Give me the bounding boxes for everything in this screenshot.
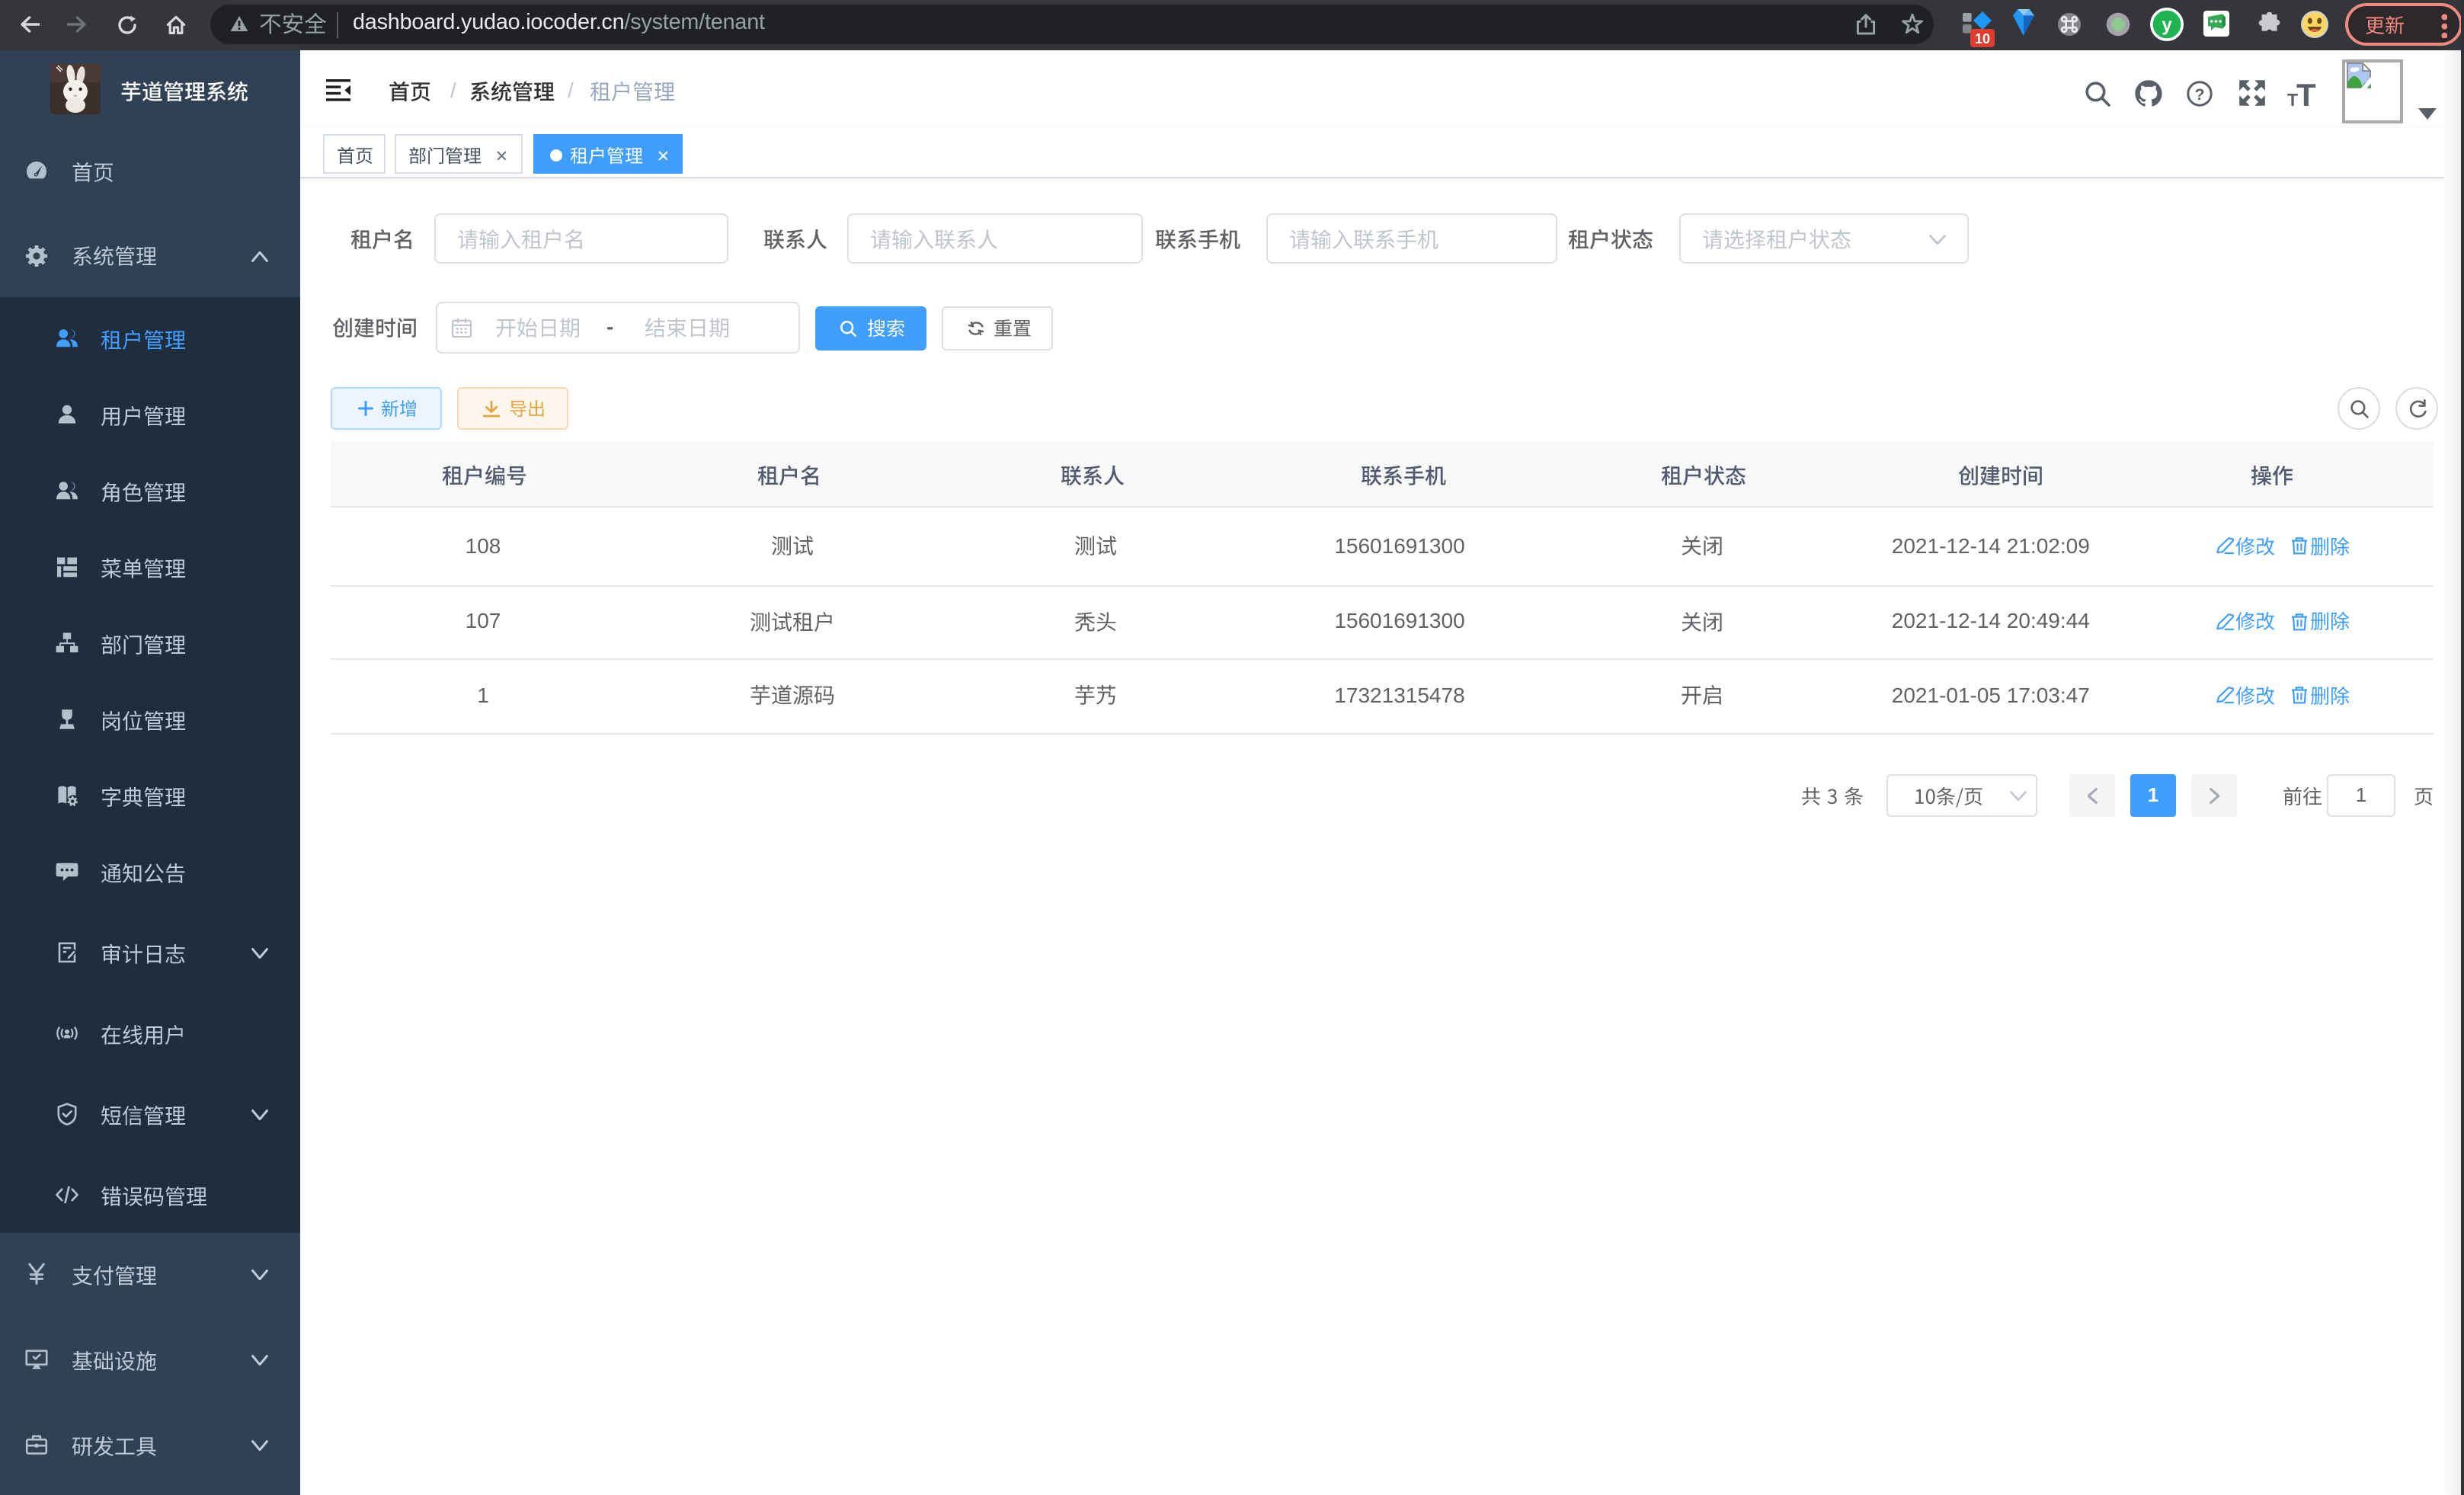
svg-text:y: y [2162, 14, 2172, 35]
svg-text:T: T [2286, 90, 2297, 108]
svg-text:10: 10 [1974, 30, 1989, 46]
svg-text:?: ? [2194, 85, 2204, 103]
svg-text:T: T [2296, 78, 2315, 108]
